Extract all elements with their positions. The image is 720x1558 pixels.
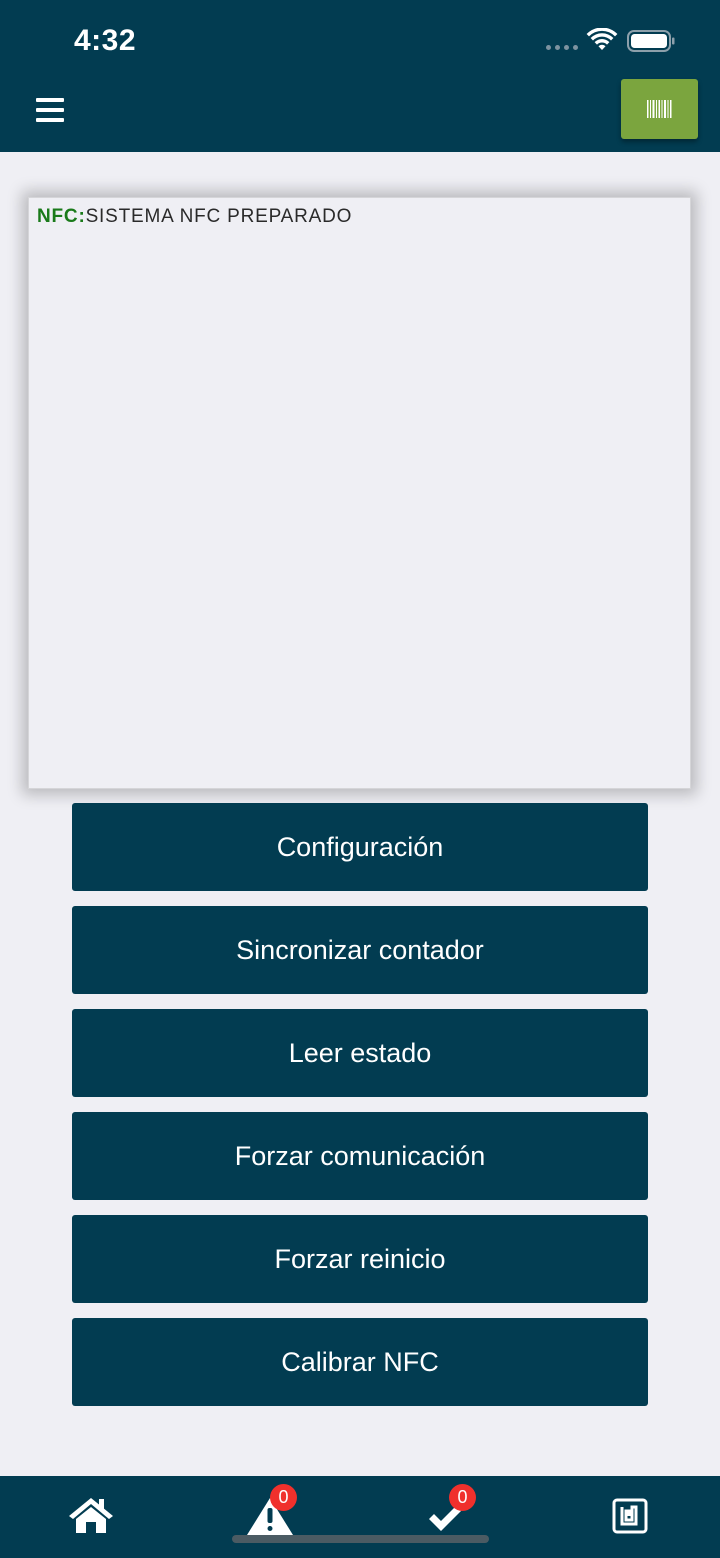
read-status-button[interactable]: Leer estado bbox=[72, 1009, 648, 1097]
nfc-status-message: SISTEMA NFC PREPARADO bbox=[85, 206, 353, 227]
log-line: NFC:SISTEMA NFC PREPARADO bbox=[37, 206, 682, 228]
nfc-icon bbox=[612, 1498, 648, 1534]
tab-nfc[interactable] bbox=[584, 1476, 674, 1558]
app-screen: 4:32 NFC:SISTEMA NFC PREPARADO Configura… bbox=[0, 0, 720, 1558]
configuration-button[interactable]: Configuración bbox=[72, 803, 648, 891]
alerts-badge: 0 bbox=[270, 1484, 297, 1511]
nfc-label: NFC: bbox=[37, 206, 86, 227]
calibrate-nfc-button[interactable]: Calibrar NFC bbox=[72, 1318, 648, 1406]
force-communication-button[interactable]: Forzar comunicación bbox=[72, 1112, 648, 1200]
bottom-tab-bar: 0 0 bbox=[0, 1476, 720, 1558]
home-icon bbox=[69, 1498, 113, 1533]
tab-alerts[interactable]: 0 bbox=[225, 1476, 315, 1558]
barcode-icon bbox=[646, 100, 671, 118]
cellular-signal-icon bbox=[546, 45, 578, 51]
completed-badge: 0 bbox=[449, 1484, 476, 1511]
tab-completed[interactable]: 0 bbox=[400, 1476, 490, 1558]
scan-barcode-button[interactable] bbox=[621, 79, 698, 139]
status-time: 4:32 bbox=[74, 24, 137, 57]
battery-icon bbox=[627, 30, 675, 52]
nfc-log-panel: NFC:SISTEMA NFC PREPARADO bbox=[28, 197, 691, 789]
tab-home[interactable] bbox=[45, 1476, 135, 1558]
home-indicator bbox=[232, 1535, 489, 1543]
hamburger-menu-icon[interactable] bbox=[36, 98, 66, 124]
wifi-icon bbox=[586, 28, 618, 50]
header-bar: 4:32 bbox=[0, 0, 720, 152]
force-restart-button[interactable]: Forzar reinicio bbox=[72, 1215, 648, 1303]
sync-counter-button[interactable]: Sincronizar contador bbox=[72, 906, 648, 994]
